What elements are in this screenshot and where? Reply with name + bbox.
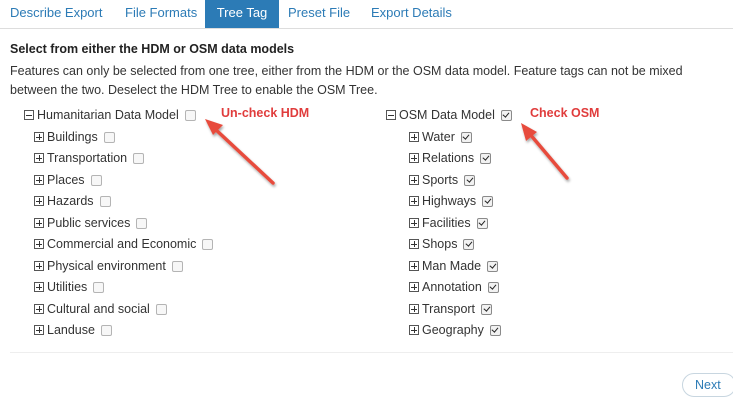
next-button[interactable]: Next [682, 373, 733, 397]
footer-divider [10, 352, 733, 353]
annotation-arrows [205, 119, 569, 185]
arrow-to-osm-checkbox [521, 123, 569, 180]
arrow-to-hdm-checkbox [205, 119, 275, 185]
